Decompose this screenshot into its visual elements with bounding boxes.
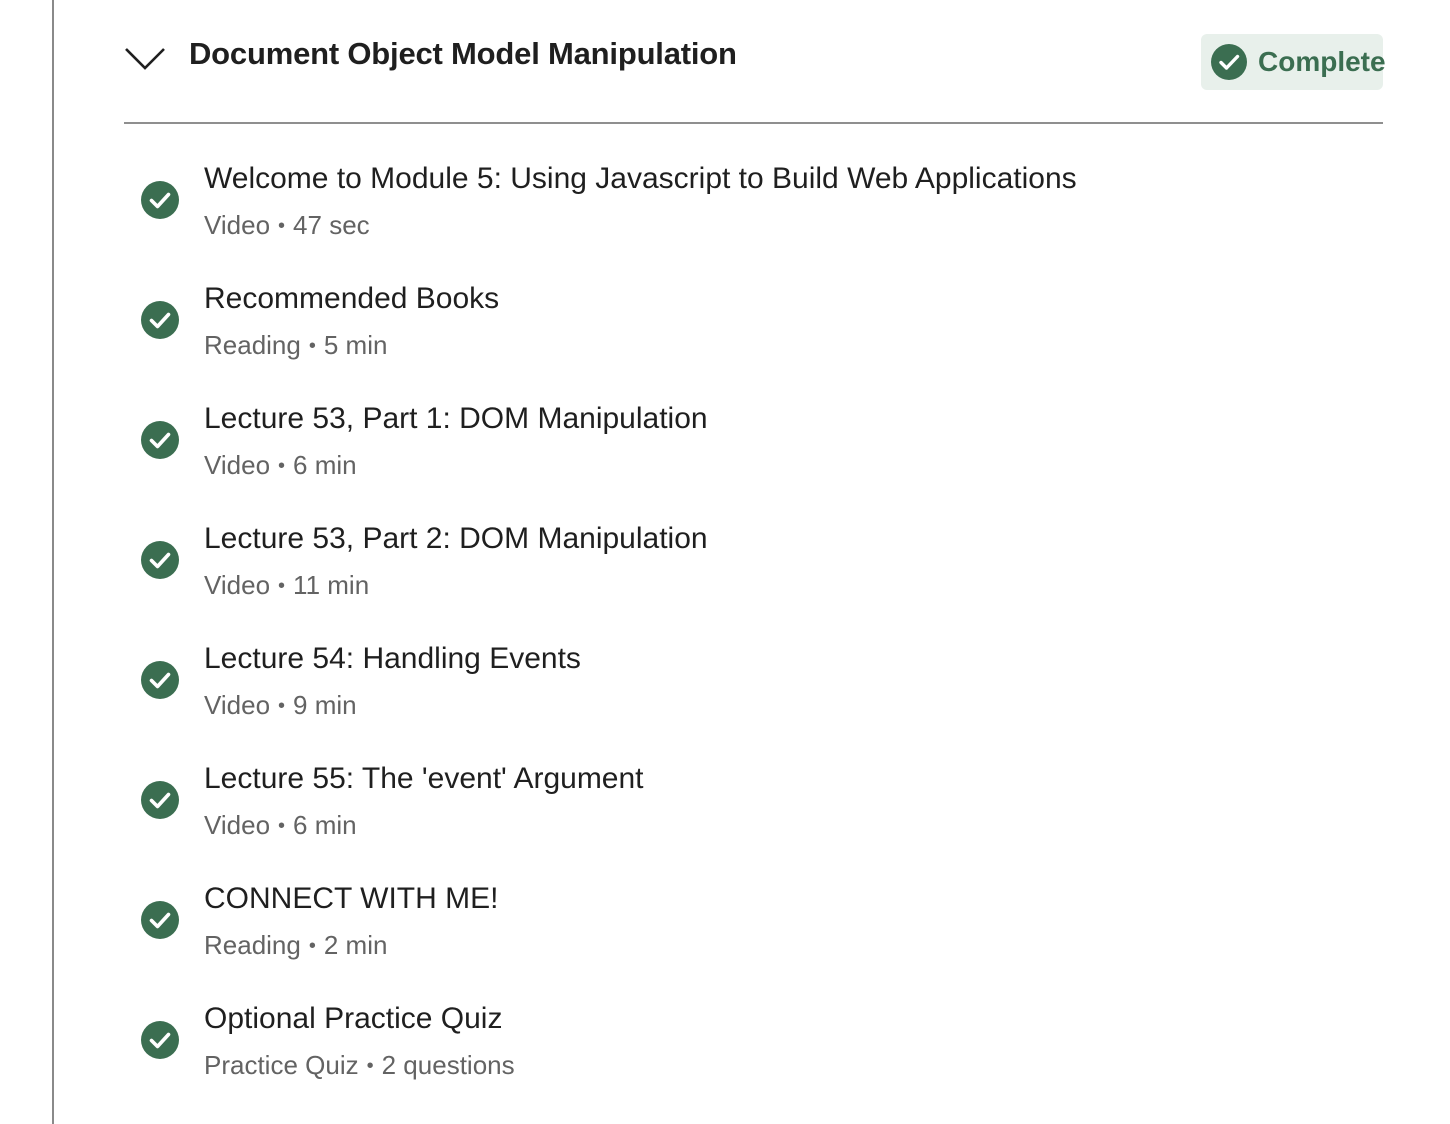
item-duration: 11 min: [293, 570, 370, 600]
module-section: Document Object Model Manipulation Compl…: [124, 0, 1386, 1080]
meta-separator: •: [278, 215, 286, 237]
module-header[interactable]: Document Object Model Manipulation Compl…: [124, 0, 1386, 124]
check-circle-icon: [1211, 44, 1247, 80]
item-duration: 5 min: [323, 330, 388, 360]
item-meta: Video • 6 min: [204, 450, 357, 481]
meta-separator: •: [278, 815, 286, 837]
item-type: Video: [204, 810, 271, 840]
item-meta: Video • 47 sec: [204, 210, 370, 241]
completed-check-icon: [141, 1021, 179, 1059]
item-type: Video: [204, 690, 271, 720]
item-duration: 2 min: [323, 930, 388, 960]
completed-check-icon: [141, 181, 179, 219]
module-title: Document Object Model Manipulation: [189, 36, 737, 71]
meta-separator: •: [366, 1055, 374, 1077]
item-meta: Video • 6 min: [204, 810, 357, 841]
module-item[interactable]: Recommended Books Reading • 5 min: [124, 272, 1383, 392]
item-title[interactable]: Welcome to Module 5: Using Javascript to…: [204, 162, 1077, 196]
completed-check-icon: [141, 301, 179, 339]
complete-status-label: Complete: [1258, 46, 1386, 77]
module-item[interactable]: Lecture 53, Part 2: DOM Manipulation Vide…: [124, 512, 1383, 632]
item-meta: Video • 9 min: [204, 690, 357, 721]
completed-check-icon: [141, 901, 179, 939]
item-type: Reading: [204, 330, 301, 360]
item-title[interactable]: Lecture 53, Part 2: DOM Manipulation: [204, 522, 708, 556]
chevron-down-icon[interactable]: [124, 44, 166, 72]
completed-check-icon: [141, 541, 179, 579]
item-meta: Video • 11 min: [204, 570, 369, 601]
item-title[interactable]: Optional Practice Quiz: [204, 1002, 502, 1036]
module-item[interactable]: Lecture 53, Part 1: DOM Manipulation Vide…: [124, 392, 1383, 512]
module-item[interactable]: CONNECT WITH ME! Reading • 2 min: [124, 872, 1383, 992]
item-title[interactable]: Lecture 55: The 'event' Argument: [204, 762, 644, 796]
meta-separator: •: [278, 575, 286, 597]
module-item[interactable]: Lecture 55: The 'event' Argument Video • 6 …: [124, 752, 1383, 872]
item-meta: Practice Quiz • 2 questions: [204, 1050, 515, 1081]
item-type: Practice Quiz: [204, 1050, 359, 1080]
item-type: Reading: [204, 930, 301, 960]
completed-check-icon: [141, 421, 179, 459]
complete-status-badge: Complete: [1201, 34, 1386, 90]
item-title[interactable]: CONNECT WITH ME!: [204, 882, 498, 916]
item-duration: 2 questions: [381, 1050, 515, 1080]
item-duration: 6 min: [293, 810, 357, 840]
module-item[interactable]: Welcome to Module 5: Using Javascript to…: [124, 152, 1383, 272]
item-type: Video: [204, 570, 271, 600]
meta-separator: •: [278, 695, 286, 717]
item-title[interactable]: Lecture 53, Part 1: DOM Manipulation: [204, 402, 708, 436]
meta-separator: •: [308, 335, 316, 357]
item-type: Video: [204, 450, 271, 480]
meta-separator: •: [308, 935, 316, 957]
module-item[interactable]: Optional Practice Quiz Practice Quiz • 2 qu…: [124, 992, 1383, 1112]
item-duration: 6 min: [293, 450, 357, 480]
item-meta: Reading • 2 min: [204, 930, 387, 961]
completed-check-icon: [141, 661, 179, 699]
meta-separator: •: [278, 455, 286, 477]
completed-check-icon: [141, 781, 179, 819]
item-duration: 9 min: [293, 690, 357, 720]
item-duration: 47 sec: [293, 210, 370, 240]
item-type: Video: [204, 210, 271, 240]
module-item-list: Welcome to Module 5: Using Javascript to…: [124, 152, 1383, 1112]
left-timeline-rule: [52, 0, 54, 1124]
item-title[interactable]: Lecture 54: Handling Events: [204, 642, 581, 676]
module-item[interactable]: Lecture 54: Handling Events Video • 9 min: [124, 632, 1383, 752]
item-meta: Reading • 5 min: [204, 330, 387, 361]
item-title[interactable]: Recommended Books: [204, 282, 499, 316]
